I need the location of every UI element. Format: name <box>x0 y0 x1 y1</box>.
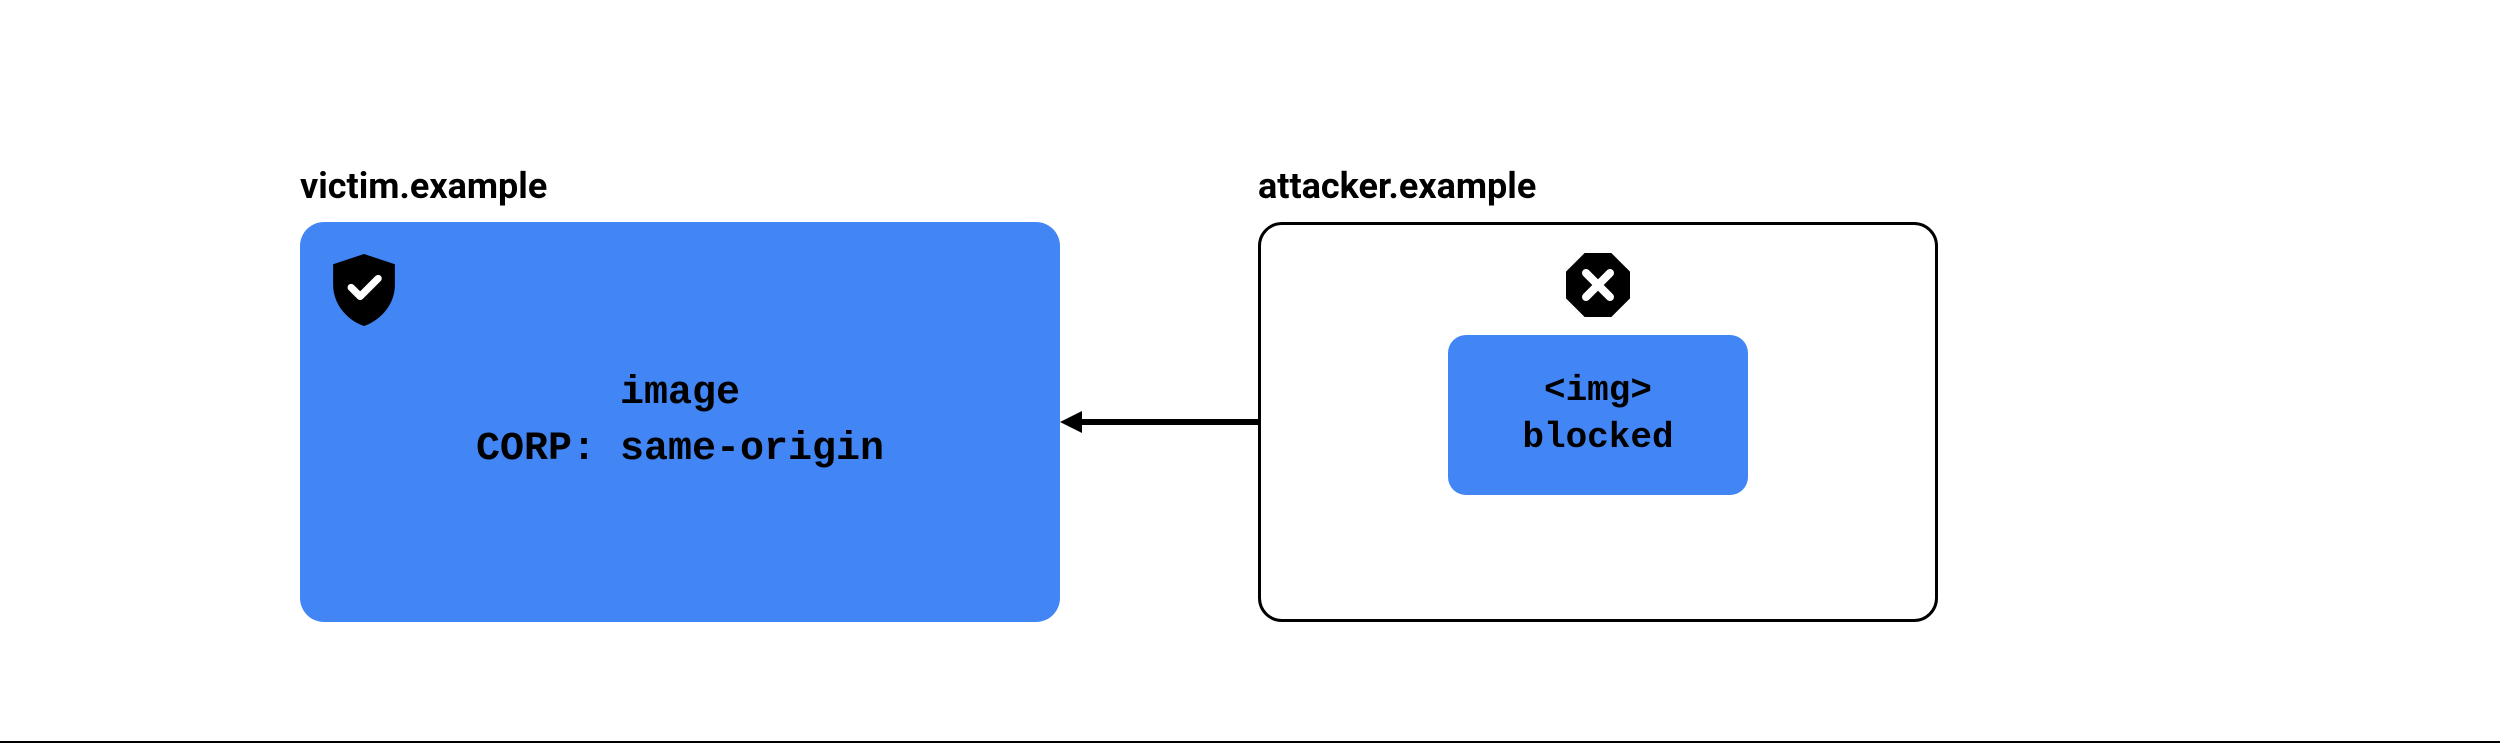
request-arrow <box>1060 418 1258 426</box>
blocked-line1: <img> <box>1522 368 1673 415</box>
blocked-resource-box: <img> blocked <box>1448 335 1748 495</box>
corp-diagram: victim.example image CORP: same-origin a… <box>0 0 2500 743</box>
victim-line1: image <box>476 366 884 422</box>
victim-resource-text: image CORP: same-origin <box>476 366 884 478</box>
attacker-site-box: <img> blocked <box>1258 222 1938 622</box>
blocked-resource-text: <img> blocked <box>1522 368 1673 462</box>
victim-site-box: image CORP: same-origin <box>300 222 1060 622</box>
blocked-line2: blocked <box>1522 415 1673 462</box>
shield-check-icon <box>332 254 396 326</box>
victim-domain-label: victim.example <box>300 165 547 207</box>
attacker-domain-label: attacker.example <box>1258 165 1536 207</box>
victim-line2: CORP: same-origin <box>476 422 884 478</box>
block-octagon-icon <box>1566 253 1630 317</box>
